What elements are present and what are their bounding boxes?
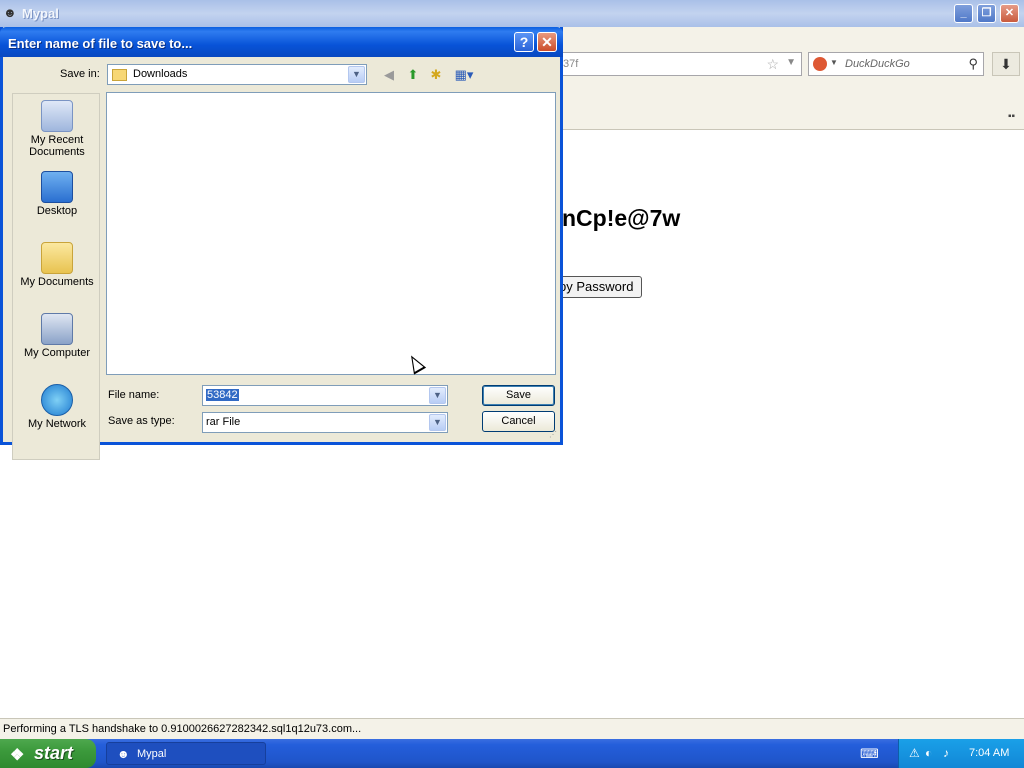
chevron-down-icon[interactable]: ▼ (348, 66, 365, 83)
resize-grip-icon[interactable]: ⋰ (549, 430, 557, 439)
engine-dropdown-icon[interactable]: ▼ (830, 58, 838, 67)
place-my-network[interactable]: My Network (13, 384, 101, 430)
volume-icon[interactable]: ♪ (943, 746, 949, 760)
search-bar[interactable]: ▼ DuckDuckGo ⚲ (808, 52, 984, 76)
dialog-title: Enter name of file to save to... (8, 36, 193, 51)
url-text: 37f (563, 58, 579, 70)
place-my-computer[interactable]: My Computer (13, 313, 101, 359)
file-list[interactable] (106, 92, 556, 375)
warning-icon[interactable]: ⚠ (909, 746, 920, 760)
download-icon[interactable]: ⬇ (992, 52, 1020, 76)
system-tray: ⚠ ◐ ♪ 7:04 AM (898, 739, 1024, 768)
save-in-dropdown[interactable]: Downloads ▼ (107, 64, 367, 85)
bookmark-star-icon[interactable]: ☆ (766, 56, 779, 73)
file-name-label: File name: (108, 389, 160, 401)
dialog-close-button[interactable]: ✕ (537, 32, 557, 52)
folder-icon (112, 69, 127, 81)
view-menu-icon[interactable]: ▦▾ (451, 66, 477, 84)
search-icon[interactable]: ⚲ (968, 56, 978, 72)
up-folder-icon[interactable]: ⬆ (404, 66, 422, 84)
place-desktop[interactable]: Desktop (13, 171, 101, 217)
desktop-icon (41, 171, 73, 203)
url-bar[interactable]: 37f ☆ ▼ (540, 52, 802, 76)
file-name-value: 53842 (206, 389, 239, 401)
file-name-field[interactable]: 53842 ▼ (202, 385, 448, 406)
save-as-type-value: rar File (206, 416, 241, 428)
mypal-icon: ☻ (117, 747, 130, 761)
chevron-down-icon[interactable]: ▼ (429, 387, 446, 404)
save-in-label: Save in: (60, 68, 100, 80)
my-network-icon (41, 384, 73, 416)
save-as-type-label: Save as type: (108, 415, 175, 427)
url-dropdown-icon[interactable]: ▼ (786, 57, 796, 68)
restore-button[interactable]: ❐ (977, 4, 996, 23)
taskbar: ❖ start ☻ Mypal ⌨ ⚠ ◐ ♪ 7:04 AM (0, 739, 1024, 768)
chevron-down-icon[interactable]: ▼ (429, 414, 446, 431)
cancel-button[interactable]: Cancel (482, 411, 555, 432)
save-button[interactable]: Save (482, 385, 555, 406)
duckduckgo-icon[interactable] (813, 57, 827, 71)
place-recent-documents[interactable]: My Recent Documents (13, 100, 101, 158)
password-heading: nCp!e@7w (562, 205, 681, 231)
new-folder-icon[interactable]: ✱ (427, 66, 445, 84)
mypal-icon: ☻ (3, 5, 17, 20)
menu-grip-icon[interactable]: ▪▪ (1008, 111, 1015, 122)
minimize-button[interactable]: _ (954, 4, 973, 23)
save-file-dialog: Enter name of file to save to... ? ✕ Sav… (0, 27, 563, 460)
my-computer-icon (41, 313, 73, 345)
windows-flag-icon: ❖ (10, 747, 25, 764)
recent-documents-icon (41, 100, 73, 132)
keyboard-icon[interactable]: ⌨ (860, 746, 879, 762)
browser-title: Mypal (22, 6, 59, 21)
status-text: Performing a TLS handshake to 0.91000266… (3, 723, 362, 735)
taskbar-item-mypal[interactable]: ☻ Mypal (106, 742, 266, 765)
help-button[interactable]: ? (514, 32, 534, 52)
start-button[interactable]: ❖ start (0, 739, 96, 768)
browser-close-button[interactable]: ✕ (1000, 4, 1019, 23)
browser-titlebar: ☻ Mypal _ ❐ ✕ (0, 0, 1024, 27)
places-bar: My Recent Documents Desktop My Documents… (12, 93, 100, 460)
status-bar: Performing a TLS handshake to 0.91000266… (0, 718, 1024, 739)
dialog-titlebar[interactable]: Enter name of file to save to... ? ✕ (0, 27, 563, 57)
my-documents-icon (41, 242, 73, 274)
clock: 7:04 AM (969, 747, 1010, 759)
save-as-type-dropdown[interactable]: rar File ▼ (202, 412, 448, 433)
network-icon[interactable]: ◐ (925, 746, 932, 760)
place-my-documents[interactable]: My Documents (13, 242, 101, 288)
back-icon[interactable]: ◀ (380, 66, 398, 84)
search-placeholder: DuckDuckGo (845, 58, 910, 70)
